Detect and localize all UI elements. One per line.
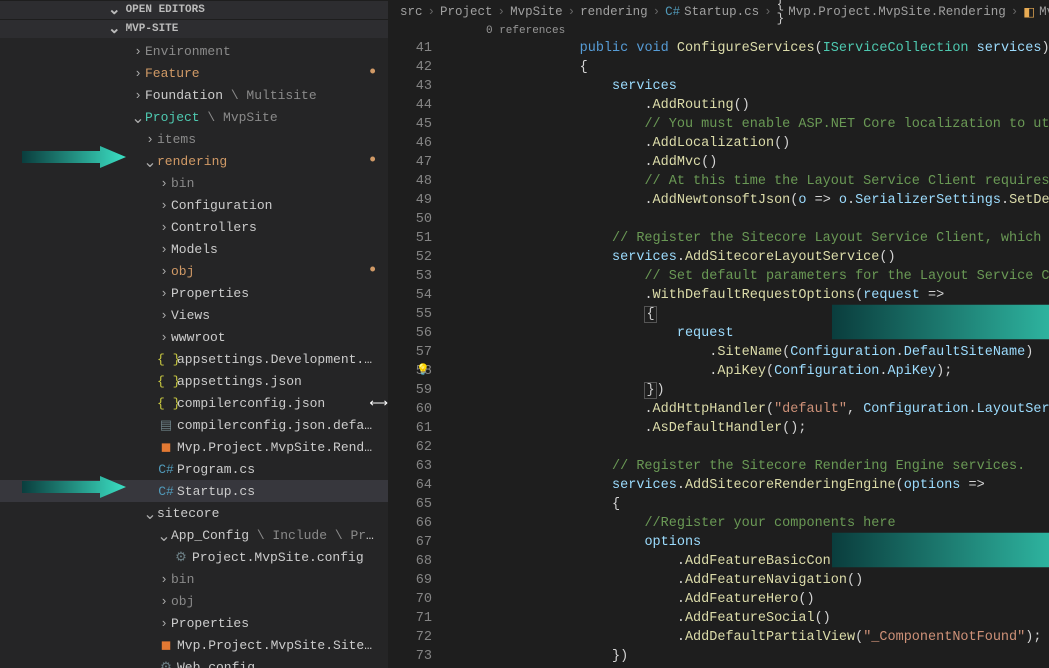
json-icon: { } <box>157 396 175 411</box>
file-sitecore-csproj[interactable]: ◼Mvp.Project.MvpSite.Sitecore.csproj <box>0 634 388 656</box>
file-compilerconfig[interactable]: { }compilerconfig.json <box>0 392 388 414</box>
callout-arrow-layoutservice <box>832 247 936 269</box>
folder-sc-properties[interactable]: Properties <box>0 612 388 634</box>
csproj-icon: ◼ <box>157 440 175 455</box>
file-project-config[interactable]: ⚙Project.MvpSite.config <box>0 546 388 568</box>
folder-app-config[interactable]: App_Config \ Include \ Project <box>0 524 388 546</box>
file-appsettings-dev[interactable]: { }appsettings.Development.json <box>0 348 388 370</box>
folder-environment[interactable]: Environment <box>0 40 388 62</box>
folder-views[interactable]: Views <box>0 304 388 326</box>
gear-icon: ⚙ <box>157 660 175 668</box>
lightbulb-icon[interactable]: 💡 <box>416 362 430 381</box>
struct-icon: ◧ <box>1023 4 1035 20</box>
explorer-sidebar: OPEN EDITORS MVP-SITE Environment Featur… <box>0 0 388 668</box>
json-icon: { } <box>157 374 175 389</box>
json-icon: { } <box>157 352 175 367</box>
folder-feature[interactable]: Feature• <box>0 62 388 84</box>
folder-controllers[interactable]: Controllers <box>0 216 388 238</box>
callout-arrow-startup <box>22 476 126 498</box>
file-tree: Environment Feature• Foundation \ Multis… <box>0 38 388 668</box>
breadcrumb-item: src <box>400 5 423 19</box>
breadcrumb[interactable]: src› Project› MvpSite› rendering› C#Star… <box>388 0 1049 24</box>
folder-sitecore[interactable]: sitecore <box>0 502 388 524</box>
gear-icon: ⚙ <box>172 550 190 565</box>
breadcrumb-item: Mvp.Project.MvpSite.Rendering <box>788 5 1006 19</box>
csharp-icon: C# <box>665 5 680 19</box>
callout-arrow-renderingengine <box>832 475 936 497</box>
editor-pane: src› Project› MvpSite› rendering› C#Star… <box>388 0 1049 668</box>
csharp-icon: C# <box>157 462 175 477</box>
folder-bin[interactable]: bin <box>0 172 388 194</box>
folder-sc-bin[interactable]: bin <box>0 568 388 590</box>
csproj-icon: ◼ <box>157 638 175 653</box>
project-header[interactable]: MVP-SITE <box>0 19 388 38</box>
folder-models[interactable]: Models <box>0 238 388 260</box>
csharp-icon: C# <box>157 484 175 499</box>
folder-properties[interactable]: Properties <box>0 282 388 304</box>
namespace-icon: { } <box>777 0 785 26</box>
breadcrumb-item: Project <box>440 5 493 19</box>
open-editors-header[interactable]: OPEN EDITORS <box>0 0 388 19</box>
file-compilerconfig-defaults[interactable]: ▤compilerconfig.json.defaults <box>0 414 388 436</box>
line-gutter: 414243444546474849505152535455565758💡596… <box>388 24 450 668</box>
file-web-config[interactable]: ⚙Web.config <box>0 656 388 668</box>
callout-arrow-rendering <box>22 146 126 168</box>
breadcrumb-item: Startup.cs <box>684 5 759 19</box>
folder-sc-obj[interactable]: obj <box>0 590 388 612</box>
folder-foundation[interactable]: Foundation \ Multisite <box>0 84 388 106</box>
breadcrumb-item: rendering <box>580 5 648 19</box>
folder-wwwroot[interactable]: wwwroot <box>0 326 388 348</box>
file-rendering-csproj[interactable]: ◼Mvp.Project.MvpSite.Rendering.csproj <box>0 436 388 458</box>
resize-handle-icon[interactable]: ⟷ <box>369 396 386 411</box>
breadcrumb-item: Mvp.Project.Mv <box>1039 5 1049 19</box>
folder-configuration[interactable]: Configuration <box>0 194 388 216</box>
breadcrumb-item: MvpSite <box>510 5 563 19</box>
folder-obj[interactable]: obj• <box>0 260 388 282</box>
file-appsettings[interactable]: { }appsettings.json <box>0 370 388 392</box>
folder-project-mvpsite[interactable]: Project \ MvpSite <box>0 106 388 128</box>
file-icon: ▤ <box>157 418 175 433</box>
